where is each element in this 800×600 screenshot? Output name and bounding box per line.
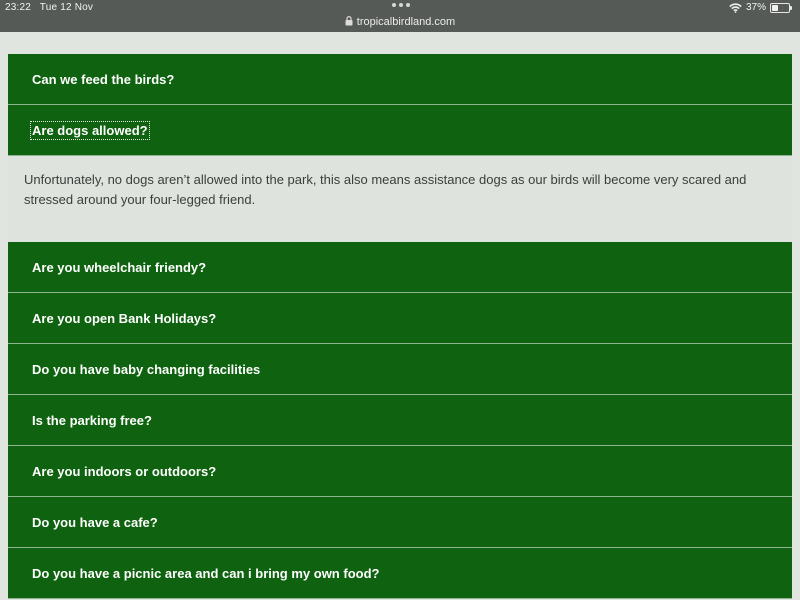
address-bar[interactable]: tropicalbirdland.com <box>0 16 800 28</box>
faq-question-text: Are you wheelchair friendy? <box>32 259 207 275</box>
faq-answer: Unfortunately, no dogs aren’t allowed in… <box>8 156 792 242</box>
faq-question-row[interactable]: Do you have a picnic area and can i brin… <box>8 548 792 599</box>
faq-question-text: Are you indoors or outdoors? <box>32 463 217 479</box>
status-bar: 23:22 Tue 12 Nov tropicalbirdland.com 37… <box>0 0 800 32</box>
faq-question-row[interactable]: Do you have a cafe? <box>8 497 792 548</box>
battery-icon <box>770 2 792 13</box>
faq-question-text: Do you have a cafe? <box>32 514 158 530</box>
faq-question-row[interactable]: Are you open Bank Holidays? <box>8 293 792 344</box>
status-time: 23:22 <box>5 2 32 13</box>
more-dots-icon[interactable] <box>392 3 410 7</box>
faq-question-row[interactable]: Are dogs allowed? <box>8 105 792 156</box>
faq-question-text: Can we feed the birds? <box>32 71 175 87</box>
status-date: Tue 12 Nov <box>39 2 94 13</box>
wifi-icon <box>729 2 742 13</box>
status-indicators: 37% <box>729 2 792 13</box>
url-text: tropicalbirdland.com <box>356 16 456 28</box>
lock-icon <box>345 16 353 26</box>
faq-question-text: Are you open Bank Holidays? <box>32 310 217 326</box>
faq-question-text: Is the parking free? <box>32 412 152 428</box>
faq-question-text: Do you have a picnic area and can i brin… <box>32 565 380 581</box>
status-time-date: 23:22 Tue 12 Nov <box>5 2 93 13</box>
faq-question-text: Are dogs allowed? <box>30 120 150 140</box>
faq-question-row[interactable]: Do you have baby changing facilities <box>8 344 792 395</box>
faq-question-text: Do you have baby changing facilities <box>32 361 261 377</box>
faq-accordion: Can we feed the birds? Are dogs allowed? U… <box>8 54 792 599</box>
battery-percent: 37% <box>745 2 766 13</box>
faq-question-row[interactable]: Can we feed the birds? <box>8 54 792 105</box>
faq-question-row[interactable]: Are you wheelchair friendy? <box>8 242 792 293</box>
faq-question-row[interactable]: Are you indoors or outdoors? <box>8 446 792 497</box>
faq-question-row[interactable]: Is the parking free? <box>8 395 792 446</box>
